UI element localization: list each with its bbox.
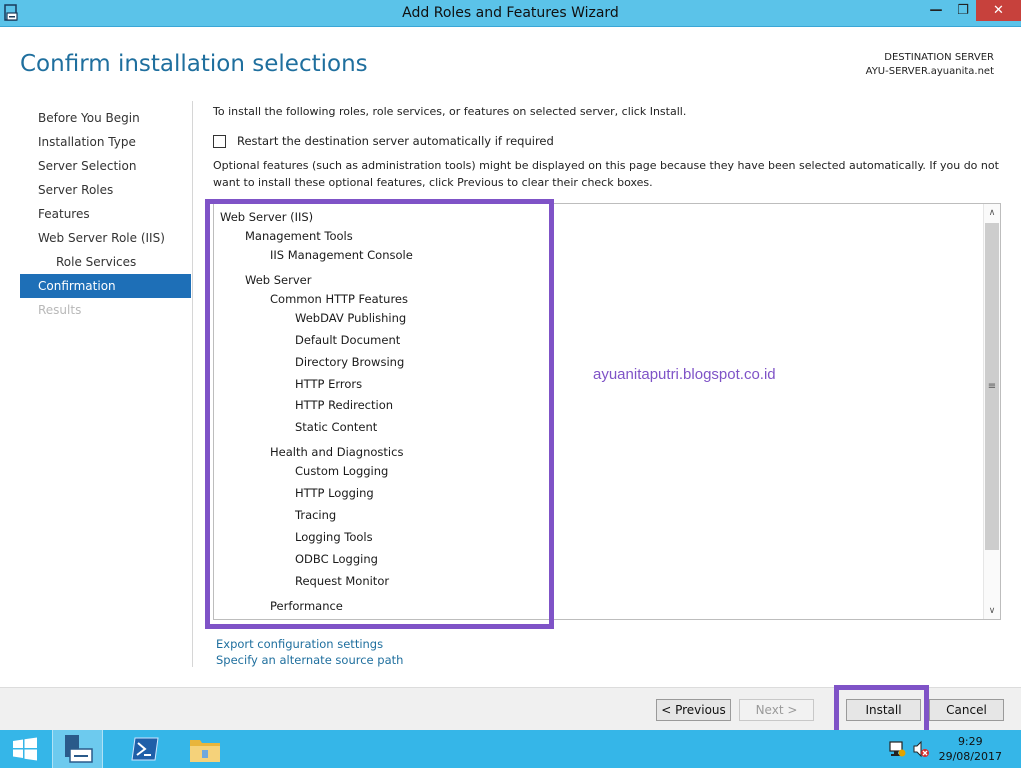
tree-item: WebDAV Publishing [295,311,407,325]
tree-item: Static Content [295,420,378,434]
nav-item-before-you-begin[interactable]: Before You Begin [20,106,191,130]
restart-checkbox[interactable] [213,134,226,148]
nav-item-server-roles[interactable]: Server Roles [20,178,191,202]
restart-option[interactable]: Restart the destination server automatic… [213,134,554,148]
network-icon[interactable] [888,740,906,758]
install-button[interactable]: Install [846,699,921,721]
clock-date: 29/08/2017 [938,750,1002,763]
nav-item-role-services[interactable]: Role Services [20,250,191,274]
nav-item-features[interactable]: Features [20,202,191,226]
nav-divider [192,101,193,667]
file-explorer-icon [190,740,220,762]
tree-item: IIS Management Console [270,248,413,262]
tree-item: HTTP Errors [295,377,363,391]
restore-icon: ❐ [957,3,969,18]
maximize-button[interactable]: ❐ [950,0,976,21]
optional-features-note: Optional features (such as administratio… [213,159,999,189]
selection-list[interactable]: Web Server (IIS) Management Tools IIS Ma… [213,203,1001,620]
previous-button[interactable]: < Previous [656,699,731,721]
tree-item: Custom Logging [295,464,389,478]
taskbar-file-explorer[interactable] [180,730,230,768]
close-icon: ✕ [993,3,1004,18]
next-button: Next > [739,699,814,721]
list-scrollbar[interactable]: ∧ ≡ ∨ [983,204,1000,619]
tree-item: ODBC Logging [295,552,378,566]
tree-item: Management Tools [245,229,353,243]
wizard-nav: Before You Begin Installation Type Serve… [20,106,191,322]
tree-item: Web Server (IIS) [220,210,314,224]
taskbar-clock[interactable]: 9:29 29/08/2017 [939,734,1002,764]
chevron-down-icon: ∨ [988,605,996,616]
tree-item: Logging Tools [295,530,373,544]
clock-time: 9:29 [957,735,983,748]
tree-item: Performance [270,599,343,613]
scroll-up-button[interactable]: ∧ [984,204,1000,221]
destination-label: DESTINATION SERVER [884,52,994,63]
restart-label: Restart the destination server automatic… [237,134,554,148]
tree-item: Web Server [245,273,312,287]
scroll-thumb[interactable]: ≡ [985,223,999,550]
nav-item-web-server-role[interactable]: Web Server Role (IIS) [20,226,191,250]
nav-item-installation-type[interactable]: Installation Type [20,130,191,154]
start-button[interactable] [0,730,50,768]
tree-item: Health and Diagnostics [270,445,404,459]
destination-server: DESTINATION SERVER AYU-SERVER.ayuanita.n… [866,51,994,79]
start-icon [13,737,37,761]
tree-item: Common HTTP Features [270,292,408,306]
minimize-button[interactable]: — [923,0,949,21]
page-title: Confirm installation selections [20,51,368,77]
cancel-button[interactable]: Cancel [929,699,1004,721]
tree-item: Tracing [295,508,337,522]
taskbar-server-manager[interactable] [52,730,103,768]
scroll-down-button[interactable]: ∨ [984,602,1000,619]
grip-icon: ≡ [987,381,997,392]
server-manager-icon [64,735,93,763]
export-configuration-link[interactable]: Export configuration settings [216,637,383,651]
destination-server-name: AYU-SERVER.ayuanita.net [865,66,994,77]
taskbar-powershell[interactable] [121,730,169,768]
powershell-icon [131,737,159,761]
alternate-source-link[interactable]: Specify an alternate source path [216,653,403,667]
close-button[interactable]: ✕ [976,0,1021,21]
volume-muted-icon[interactable] [912,740,930,758]
window-title: Add Roles and Features Wizard [402,5,619,21]
minimize-icon: — [929,3,943,18]
tree-item: Request Monitor [295,574,390,588]
intro-text: To install the following roles, role ser… [213,105,687,118]
nav-item-server-selection[interactable]: Server Selection [20,154,191,178]
tree-item: HTTP Logging [295,486,374,500]
chevron-up-icon: ∧ [988,207,996,218]
nav-item-confirmation[interactable]: Confirmation [20,274,191,298]
tree-item: Directory Browsing [295,355,405,369]
watermark-text: ayuanitaputri.blogspot.co.id [593,366,776,383]
title-bar: Add Roles and Features Wizard — ❐ ✕ [0,0,1021,27]
tree-item: HTTP Redirection [295,398,394,412]
nav-item-results: Results [38,303,82,317]
tree-item: Default Document [295,333,401,347]
